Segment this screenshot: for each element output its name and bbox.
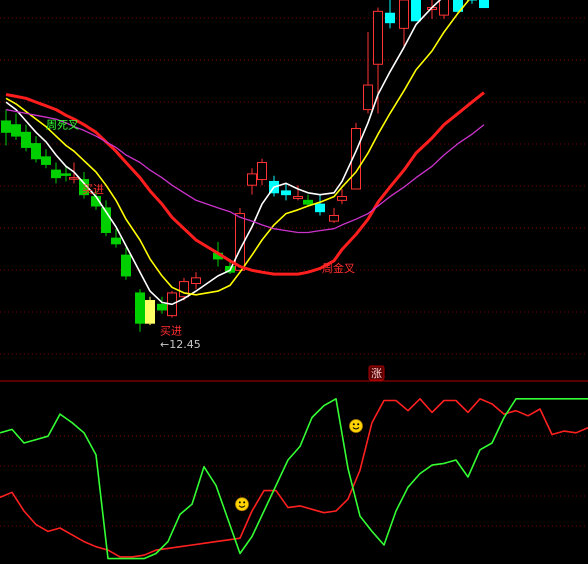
candle-body	[373, 10, 383, 65]
candle-body	[385, 12, 395, 24]
candle-body	[69, 177, 79, 180]
smiley-eye	[238, 501, 241, 504]
smiley-face	[235, 497, 249, 512]
annotation-label: 买进	[82, 183, 104, 196]
smiley-icon	[235, 497, 249, 512]
candle-body	[145, 300, 155, 324]
candle-body	[31, 143, 41, 160]
candle-body	[479, 0, 489, 9]
smiley-eye	[243, 501, 246, 504]
candle-body	[337, 196, 347, 201]
candle-body	[51, 169, 61, 179]
rise-tag: 涨	[368, 365, 385, 381]
candle-body	[247, 173, 257, 186]
candle-body	[21, 131, 31, 148]
candle-body	[315, 203, 325, 213]
candle-body	[179, 281, 189, 298]
candle-body	[363, 84, 373, 111]
stock-chart: 周死叉周金叉买进买进←12.45 涨	[0, 0, 588, 564]
candle-body	[329, 214, 339, 222]
annotation-label: 周死叉	[46, 119, 79, 132]
annotation-label: 买进	[160, 325, 182, 338]
smiley-icon	[349, 419, 363, 433]
smiley-eye	[357, 423, 360, 426]
annotation-label: 周金叉	[322, 261, 355, 275]
candle-body	[191, 277, 201, 284]
smiley-face	[349, 419, 363, 433]
candle-body	[293, 196, 303, 199]
candle-body	[121, 254, 131, 277]
candle-body	[41, 156, 51, 165]
chart-background	[0, 0, 588, 564]
candle-body	[399, 0, 409, 29]
candle-body	[411, 0, 421, 22]
rise-tag-text: 涨	[371, 367, 382, 380]
candle-body	[281, 190, 291, 196]
candle-body	[11, 124, 21, 137]
annotation-label: ←12.45	[160, 338, 201, 351]
candle-body	[111, 237, 121, 245]
candle-body	[135, 292, 145, 324]
candle-body	[61, 173, 71, 176]
smiley-eye	[352, 423, 355, 426]
candle-body	[157, 303, 167, 311]
candle-body	[1, 120, 11, 133]
candle-body	[439, 0, 449, 16]
candle-body	[303, 199, 313, 205]
candle-body	[257, 162, 267, 181]
